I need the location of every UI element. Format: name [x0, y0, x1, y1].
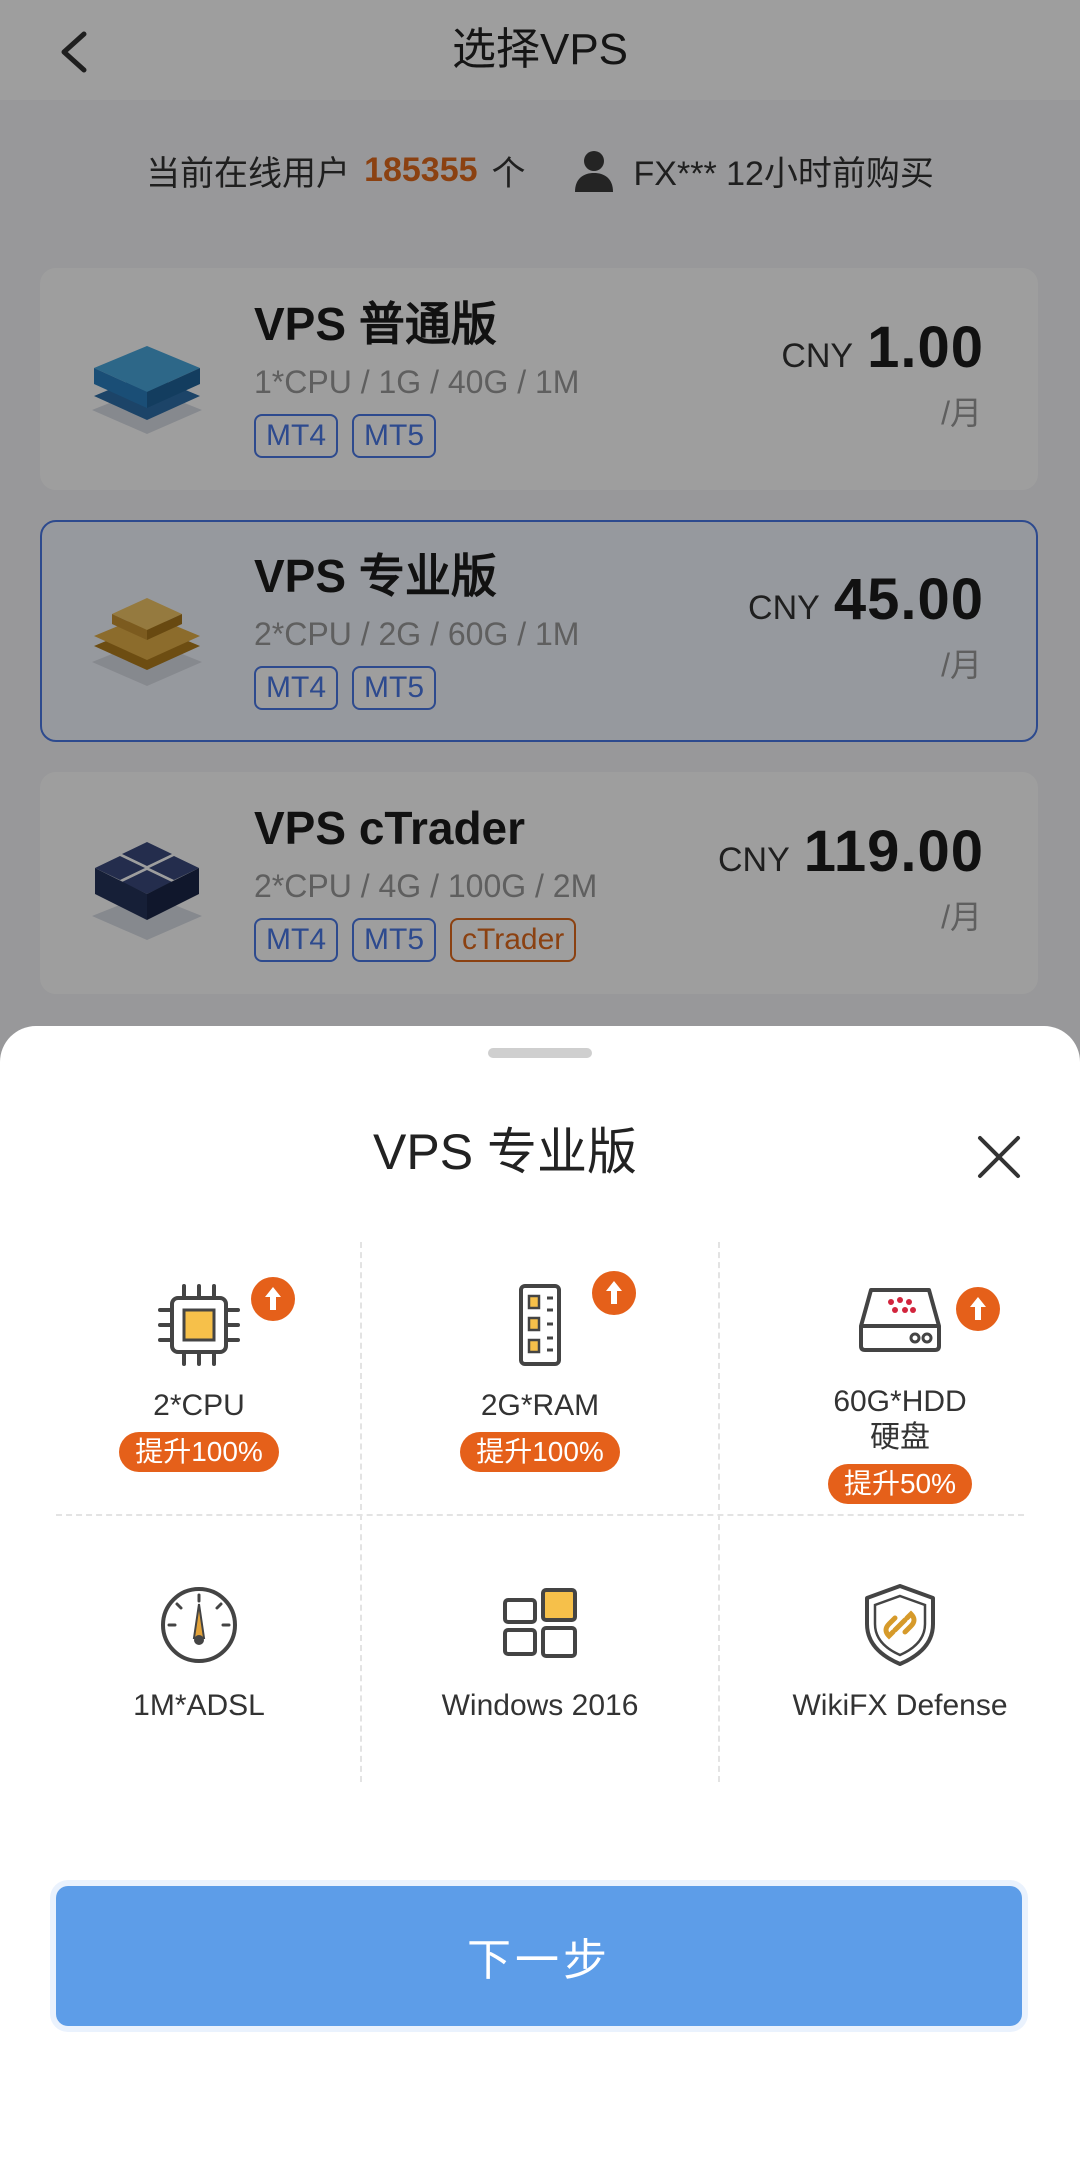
feature-ram: 2G*RAM 提升100%	[379, 1271, 701, 1472]
upgrade-badge: 提升100%	[460, 1432, 620, 1472]
upgrade-arrow-icon	[592, 1271, 636, 1315]
hdd-icon	[859, 1288, 941, 1352]
plan-detail-sheet: VPS 专业版 2*CPU 提升100% 2G*RAM 提升100% 60G*H…	[0, 1026, 1080, 2158]
feature-label: 2*CPU	[153, 1389, 245, 1422]
upgrade-arrow-icon	[956, 1287, 1000, 1331]
feature-label-sub: 硬盘	[870, 1421, 930, 1454]
feature-bandwidth: 1M*ADSL	[38, 1580, 360, 1724]
feature-hdd: 60G*HDD 硬盘 提升50%	[739, 1280, 1061, 1504]
ram-icon	[519, 1284, 561, 1366]
close-icon[interactable]	[970, 1128, 1028, 1186]
upgrade-badge: 提升50%	[827, 1464, 973, 1504]
feature-label: 2G*RAM	[480, 1389, 600, 1422]
feature-defense: WikiFX Defense	[739, 1580, 1061, 1724]
shield-icon	[865, 1584, 935, 1666]
feature-os: Windows 2016	[379, 1580, 701, 1724]
feature-label: WikiFX Defense	[792, 1689, 1008, 1722]
feature-label: 1M*ADSL	[133, 1689, 265, 1722]
sheet-title: VPS 专业版	[373, 1124, 637, 1180]
windows-icon	[503, 1588, 577, 1658]
feature-label: 60G*HDD	[833, 1385, 967, 1418]
speedometer-icon	[161, 1587, 237, 1663]
upgrade-arrow-icon	[251, 1277, 295, 1321]
feature-label: Windows 2016	[441, 1689, 639, 1722]
sheet-drag-handle[interactable]	[488, 1048, 592, 1058]
next-step-button[interactable]: 下一步	[56, 1886, 1022, 2026]
upgrade-badge: 提升100%	[119, 1432, 279, 1472]
feature-cpu: 2*CPU 提升100%	[38, 1277, 360, 1472]
cpu-icon	[158, 1284, 240, 1366]
feature-grid: 2*CPU 提升100% 2G*RAM 提升100% 60G*HDD 硬盘 提升…	[56, 1242, 1024, 1782]
